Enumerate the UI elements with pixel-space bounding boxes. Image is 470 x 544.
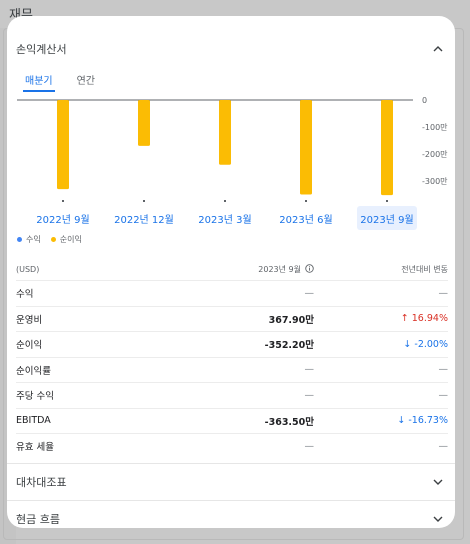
arrow-down-icon: ↓ (403, 338, 412, 350)
income-chart: 0 -100만 -200만 -300만 (17, 96, 448, 202)
x-tick-label[interactable]: 2022년 9월 (33, 206, 93, 230)
chart-legend: 수익 순이익 (17, 234, 82, 245)
row-value: -352.20만 (264, 340, 314, 352)
row-change-value: — (438, 389, 449, 401)
row-change: — (314, 364, 449, 376)
row-value: — (304, 364, 315, 376)
bar-net-income[interactable] (57, 100, 69, 190)
income-table: (USD) 2023년 9월 전년대비 변동 수익 — — 운영비 367.90만 ↑ 16… (16, 258, 448, 459)
table-row: 운영비 367.90만 ↑ 16.94% (16, 305, 448, 332)
balance-sheet-header[interactable]: 대차대조표 (7, 463, 455, 499)
cash-flow-header[interactable]: 현금 흐름 (7, 500, 455, 528)
legend-revenue-swatch (17, 237, 22, 242)
row-change: — (314, 440, 449, 452)
chevron-down-icon[interactable] (431, 512, 445, 526)
balance-sheet-title: 대차대조표 (16, 475, 67, 489)
x-tick-label[interactable]: 2022년 12월 (114, 206, 174, 230)
change-header: 전년대비 변동 (401, 264, 448, 274)
bar-net-income[interactable] (219, 100, 231, 165)
row-change-value: -16.73% (408, 415, 448, 427)
x-tick-label[interactable]: 2023년 6월 (276, 206, 336, 230)
y-tick-label: -200만 (422, 150, 448, 159)
unit-label: (USD) (16, 264, 40, 274)
x-tick-label[interactable]: 2023년 9월 (357, 206, 417, 230)
info-icon[interactable] (305, 263, 314, 275)
row-value: — (304, 287, 315, 299)
table-row: EBITDA -363.50만 ↓ -16.73% (16, 407, 448, 434)
row-change-value: 16.94% (411, 313, 448, 325)
legend-revenue-label: 수익 (26, 235, 41, 244)
table-body: 수익 — — 운영비 367.90만 ↑ 16.94% 순이익 -352.20만 ↓ -2.00% 순… (16, 280, 448, 459)
row-change: ↓ -16.73% (314, 415, 448, 426)
x-tick-label[interactable]: 2023년 3월 (195, 206, 255, 230)
row-label: 순이익률 (16, 365, 51, 377)
row-label: 운영비 (16, 314, 43, 326)
legend-net-income: 순이익 (50, 234, 82, 245)
row-label: 주당 수익 (16, 391, 54, 403)
x-tick-mark (224, 200, 226, 202)
row-change-value: — (438, 364, 449, 376)
arrow-down-icon: ↓ (397, 415, 406, 427)
table-row: 수익 — — (16, 280, 448, 306)
row-change-value: — (438, 440, 449, 452)
row-change: ↓ -2.00% (314, 339, 448, 350)
row-label: EBITDA (16, 415, 51, 427)
legend-net-income-swatch (50, 237, 56, 242)
bar-net-income[interactable] (138, 100, 150, 146)
row-change-value: -2.00% (414, 338, 448, 350)
row-value: — (304, 389, 315, 401)
row-value: — (304, 440, 315, 452)
row-label: 수익 (16, 289, 34, 301)
period-label: 2023년 9월 (258, 264, 301, 274)
bar-net-income[interactable] (381, 100, 393, 196)
legend-revenue: 수익 (17, 234, 41, 245)
row-change: — (314, 287, 449, 299)
row-value: -363.50만 (264, 416, 314, 428)
table-row: 주당 수익 — — (16, 382, 448, 408)
period-header: 2023년 9월 (176, 263, 314, 275)
row-change: — (314, 389, 449, 401)
legend-net-income-label: 순이익 (59, 235, 82, 244)
chevron-down-icon[interactable] (431, 475, 445, 489)
financials-card: 손익계산서 매분기 연간 0 -100만 -200만 -300만 2022년 9월 20… (7, 16, 455, 528)
row-value: 367.90만 (268, 314, 314, 326)
y-tick-label: -100만 (422, 123, 448, 132)
row-label: 순이익 (16, 340, 43, 352)
row-change: ↑ 16.94% (314, 313, 448, 324)
table-row: 순이익률 — — (16, 356, 449, 383)
y-tick-label: -300만 (422, 177, 448, 186)
table-header: (USD) 2023년 9월 전년대비 변동 (16, 258, 448, 280)
table-row: 유효 세율 — — (16, 433, 448, 459)
row-label: 유효 세율 (16, 442, 54, 454)
x-tick-mark (62, 200, 64, 202)
arrow-up-icon: ↑ (400, 313, 409, 325)
cash-flow-title: 현금 흐름 (16, 512, 60, 526)
y-tick-label: 0 (422, 96, 427, 105)
table-row: 순이익 -352.20만 ↓ -2.00% (16, 331, 448, 357)
x-tick-mark (143, 200, 145, 202)
x-tick-mark (386, 200, 388, 202)
x-tick-mark (305, 200, 307, 202)
row-change-value: — (438, 287, 449, 299)
bar-net-income[interactable] (300, 100, 312, 195)
